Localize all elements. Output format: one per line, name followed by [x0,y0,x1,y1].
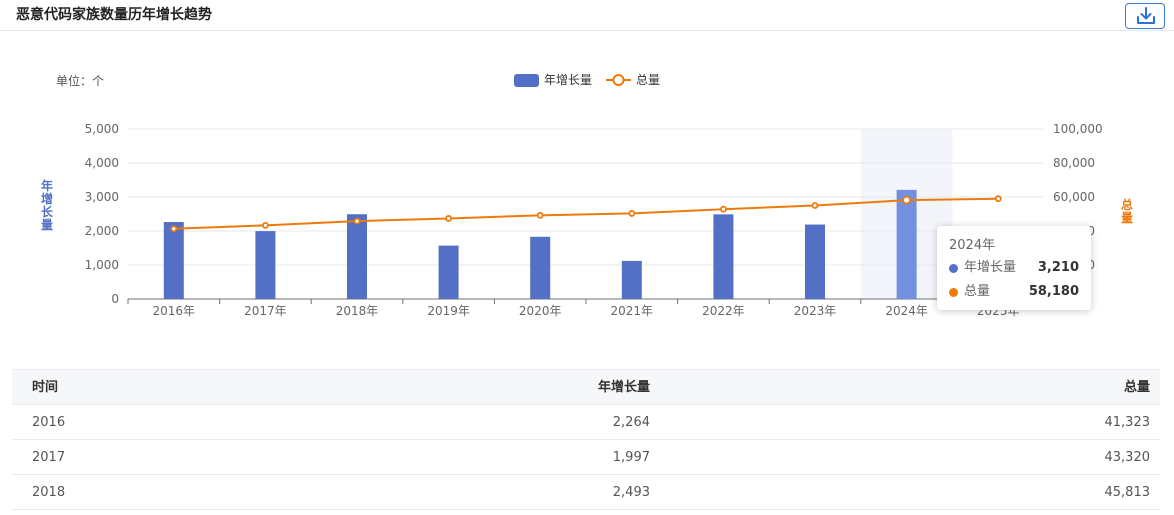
y-left-axis-title: 年增长量 [41,178,54,232]
tooltip-title: 2024年 [949,238,996,253]
line-point [353,217,361,225]
y-right-axis-title: 总量 [1121,197,1133,225]
table-row: 2018 2,493 45,813 [12,475,1160,510]
chart-tooltip: 2024年 年增长量 3,210 总量 58,180 [937,226,1091,310]
table-header-total[interactable]: 总量 [1124,370,1150,406]
y-right-tick-label: 100,000 [1053,122,1103,136]
y-left-tick-label: 1,000 [85,258,119,272]
legend-label-total: 总量 [636,73,661,87]
line-point [445,215,453,222]
table-cell-growth: 1,997 [612,450,650,465]
y-left-tick-label: 5,000 [85,122,119,136]
x-tick-label: 2022年 [702,304,745,318]
line-point [811,202,819,209]
bar [713,214,734,299]
y-right-tick-label: 80,000 [1053,156,1095,170]
table-row: 2016 2,264 41,323 [12,405,1160,440]
legend-bar-swatch [514,74,539,87]
table-header-row: 时间 年增长量 总量 [12,369,1160,405]
bar [896,189,917,299]
tooltip-dot-total [949,288,958,297]
line-point [902,195,911,205]
download-icon [1137,7,1155,24]
bar [621,260,642,299]
table-cell-total: 41,323 [1104,415,1151,430]
tooltip-value-total: 58,180 [1028,284,1079,299]
y-left-tick-label: 4,000 [85,156,119,170]
table-cell-year: 2017 [32,450,66,465]
bar [438,245,459,299]
y-left-tick-label: 2,000 [85,224,119,238]
table-header-time[interactable]: 时间 [32,370,58,406]
bar [530,236,551,299]
y-right-tick-label: 60,000 [1053,190,1095,204]
bar [163,222,184,299]
unit-label: 单位：个 [56,74,105,88]
bar [805,224,825,299]
tooltip-row-growth: 年增长量 3,210 [949,258,1081,278]
table-cell-growth: 2,264 [612,415,650,430]
line-point [261,221,269,229]
table-cell-total: 43,320 [1104,450,1151,465]
tooltip-value-growth: 3,210 [1037,260,1079,275]
x-tick-label: 2018年 [336,304,379,318]
x-tick-label: 2024年 [885,304,928,318]
table-header-growth[interactable]: 年增长量 [598,370,650,406]
table-row: 2017 1,997 43,320 [12,440,1160,475]
line-point [720,205,727,213]
panel-title: 恶意代码家族数量历年增长趋势 [16,7,212,23]
tooltip-row-total: 总量 58,180 [949,282,1081,302]
legend-line-swatch [606,74,631,86]
line-point [536,211,544,219]
line-point [994,195,1002,203]
panel-header: 恶意代码家族数量历年增长趋势 [0,0,1174,31]
tooltip-dot-growth [949,264,958,273]
x-tick-label: 2021年 [611,304,654,318]
bar [347,214,367,299]
tooltip-name-growth: 年增长量 [964,260,1017,275]
tooltip-name-total: 总量 [964,284,991,299]
table-cell-year: 2016 [32,415,66,430]
x-tick-label: 2020年 [519,304,562,318]
y-left-tick-label: 3,000 [85,190,119,204]
x-tick-label: 2016年 [153,304,196,318]
table-cell-growth: 2,493 [612,485,650,500]
line-point [170,225,178,233]
bar [255,231,276,299]
download-button[interactable] [1125,3,1165,29]
x-tick-label: 2017年 [244,304,287,318]
table-cell-total: 45,813 [1104,485,1151,500]
line-point [628,210,636,217]
legend-label-growth: 年增长量 [544,73,593,87]
table-cell-year: 2018 [32,485,66,500]
data-table: 时间 年增长量 总量 2016 2,264 41,323 2017 1,997 … [12,369,1160,510]
y-left-tick-label: 0 [111,292,119,306]
x-tick-label: 2019年 [427,304,470,318]
x-tick-label: 2023年 [794,304,837,318]
